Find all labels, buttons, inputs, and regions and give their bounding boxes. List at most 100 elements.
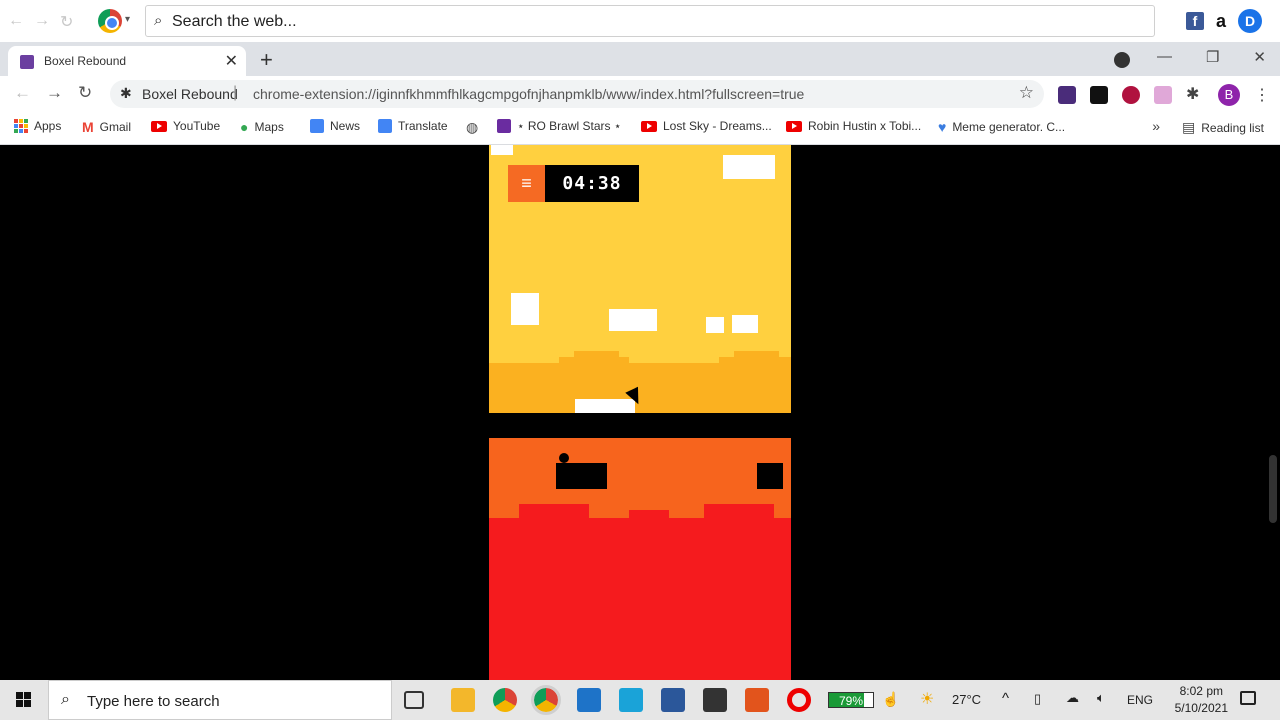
black-block [757,463,783,489]
pink-extension-icon[interactable] [1154,86,1172,104]
back-icon[interactable]: ← [14,83,31,103]
tray-chevron-icon[interactable]: ^ [1002,690,1009,707]
lava [519,504,589,520]
bookmark-star-icon[interactable]: ☆ [1019,83,1034,103]
touch-icon[interactable]: ☝ [882,691,899,708]
taskbar-search[interactable]: ⌕ [48,680,392,720]
taskbar-search-input[interactable] [87,691,377,711]
chrome-icon[interactable] [98,9,122,33]
bookmark-apps[interactable]: Apps [14,119,61,133]
reading-list-button[interactable]: ▤ Reading list [1182,119,1264,136]
address-bar[interactable]: ✱ Boxel Rebound | chrome-extension://igi… [110,80,1044,108]
bookmark-translate[interactable]: Translate [378,119,448,133]
maps-pin-icon: ● [240,119,249,135]
bookmark-meme-generator[interactable]: ♥ Meme generator. C... [938,119,1065,135]
news-icon [310,119,324,133]
windows-icon [16,692,31,707]
store-icon[interactable] [703,688,727,712]
chrome-icon[interactable] [493,688,517,712]
device-icon[interactable]: ▯ [1034,691,1041,707]
chrome-profile-icon[interactable] [531,685,561,715]
menu-icon[interactable]: ⋮ [1254,85,1270,105]
boxel-extension-icon[interactable] [1058,86,1076,104]
back-icon[interactable]: ← [8,12,24,32]
youtube-icon [641,120,657,132]
battery-percent: 79% [838,694,864,708]
heart-icon: ♥ [938,119,947,135]
clock[interactable]: 8:02 pm 5/10/2021 [1175,683,1228,717]
cloud [511,293,539,325]
bookmark-gmail[interactable]: M Gmail [82,119,131,135]
game-timer: 04:38 [545,165,639,202]
opera-icon[interactable] [787,688,811,712]
game-bottom-screen[interactable] [489,438,791,680]
app-l-icon[interactable] [619,688,643,712]
dark-extension-icon[interactable] [1090,86,1108,104]
url-text[interactable]: chrome-extension://iginnfkhmmfhlkagcmpgo… [253,86,804,102]
language-indicator[interactable]: ENG [1127,693,1153,707]
cloud [732,315,758,333]
chevron-down-icon[interactable]: ▾ [125,14,130,25]
bookmark-globe[interactable]: ◍ [466,119,484,136]
window-controls: — ❐ ✕ [1157,48,1266,66]
task-view-icon[interactable] [404,691,424,709]
tab-boxel-rebound[interactable]: Boxel Rebound ✕ [8,46,246,76]
more-bookmarks-icon[interactable]: » [1152,118,1160,134]
bookmark-maps[interactable]: ● Maps [240,119,284,135]
minimize-icon[interactable]: — [1157,48,1172,66]
game-menu-button[interactable]: ≡ [508,165,545,202]
refresh-icon[interactable]: ↻ [60,12,73,32]
start-button[interactable] [0,680,48,720]
red-extension-icon[interactable] [1122,86,1140,104]
translate-icon [378,119,392,133]
web-search-input[interactable] [172,11,1072,33]
reload-icon[interactable]: ↻ [78,83,92,103]
close-icon[interactable]: ✕ [225,51,238,71]
office-icon[interactable] [745,688,769,712]
avatar[interactable]: B [1218,84,1240,106]
network-icon[interactable]: ☁ [1066,690,1079,706]
bookmark-youtube[interactable]: YouTube [151,119,220,133]
amazon-icon[interactable]: a [1216,11,1226,32]
temperature[interactable]: 27°C [952,692,981,707]
bookmark-label: Gmail [99,120,132,134]
bookmark-label: Translate [398,119,448,133]
lava [629,510,669,520]
word-icon[interactable] [661,688,685,712]
web-search-box[interactable]: ⌕ [145,5,1155,37]
taskbar: ⌕ 79% ☝ ☀ 27°C ^ ▯ ☁ 🔈︎ ENG 8:02 pm 5/10… [0,680,1280,720]
mail-icon[interactable] [577,688,601,712]
game-top-screen[interactable]: ≡ 04:38 [489,145,791,413]
cloud [723,155,775,179]
ddg-icon[interactable]: D [1238,9,1262,33]
volume-icon[interactable]: 🔈︎ [1097,690,1105,706]
new-tab-button[interactable]: + [260,47,273,73]
forward-icon[interactable]: → [46,83,63,103]
bookmarks-bar: Apps M Gmail YouTube ● Maps News Transla… [0,112,1280,145]
extension-icons: ✱ B ⋮ [1058,84,1270,106]
file-explorer-icon[interactable] [451,688,475,712]
puzzle-icon[interactable]: ✱ [1186,86,1204,104]
weather-icon[interactable]: ☀ [920,689,934,709]
tab-search-icon[interactable] [1114,52,1130,68]
facebook-icon[interactable]: f [1185,12,1204,30]
notifications-icon[interactable] [1240,691,1256,705]
bookmark-label: Lost Sky - Dreams... [663,119,772,133]
bookmark-label: Meme generator. C... [952,120,1066,134]
black-platform [556,463,607,489]
bookmark-label: Apps [34,119,62,133]
bookmark-label: Robin Hustin x Tobi... [808,119,922,133]
bookmark-brawl-stars[interactable]: ⋆ RO Brawl Stars ⋆ [497,119,621,133]
youtube-icon [786,120,802,132]
bookmark-news[interactable]: News [310,119,360,133]
battery-indicator[interactable]: 79% [828,692,874,708]
bookmark-robin-hustin[interactable]: Robin Hustin x Tobi... [786,119,921,133]
scrollbar[interactable] [1269,455,1277,523]
window-close-icon[interactable]: ✕ [1253,48,1266,66]
restore-icon[interactable]: ❐ [1206,48,1219,66]
bookmark-lost-sky[interactable]: Lost Sky - Dreams... [641,119,772,133]
forward-icon[interactable]: → [34,12,50,32]
bookmark-label: News [330,119,361,133]
origin-label: Boxel Rebound [142,86,238,102]
reading-list-label: Reading list [1201,120,1264,135]
